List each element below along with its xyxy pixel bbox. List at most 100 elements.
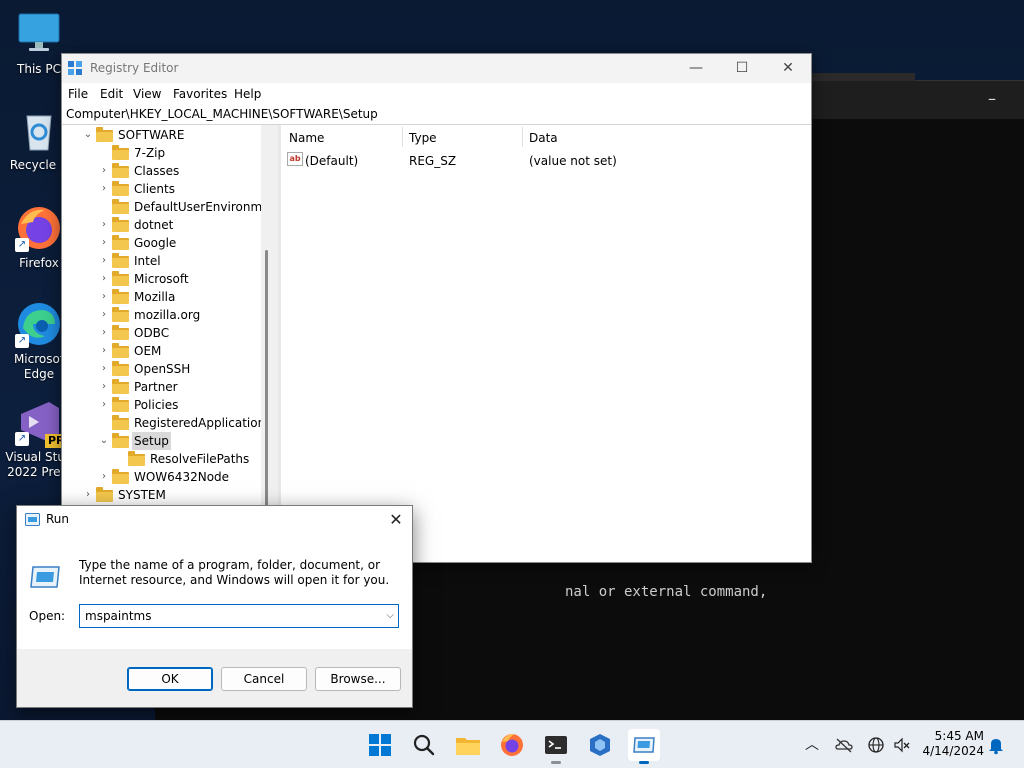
volume-muted-icon[interactable] [892, 735, 912, 755]
chevron-right-icon[interactable]: › [82, 486, 94, 504]
system-clock[interactable]: 5:45 AM 4/14/2024 [922, 729, 984, 759]
open-input-value[interactable]: mspaintms [85, 609, 152, 623]
tree-scrollbar[interactable] [261, 125, 278, 562]
running-indicator [551, 761, 561, 764]
search-icon [413, 734, 435, 756]
folder-icon [96, 127, 113, 142]
chevron-down-icon[interactable]: ⌵ [386, 605, 394, 627]
visual-studio-button[interactable] [584, 729, 616, 761]
start-button[interactable] [364, 729, 396, 761]
list-header: Name Type Data [281, 125, 811, 149]
chevron-down-icon[interactable]: ⌄ [98, 432, 110, 450]
menu-file[interactable]: File [68, 87, 88, 101]
chevron-down-icon[interactable]: ⌄ [82, 126, 94, 144]
folder-icon [112, 361, 129, 376]
file-explorer-button[interactable] [452, 729, 484, 761]
globe-icon[interactable] [866, 735, 886, 755]
search-button[interactable] [408, 729, 440, 761]
run-body: Type the name of a program, folder, docu… [17, 534, 412, 649]
address-bar[interactable]: Computer\HKEY_LOCAL_MACHINE\SOFTWARE\Set… [62, 105, 811, 125]
list-item[interactable]: ab (Default) REG_SZ (value not set) [281, 152, 811, 170]
onedrive-icon[interactable] [834, 735, 854, 755]
chevron-right-icon[interactable]: › [98, 270, 110, 288]
folder-icon [112, 181, 129, 196]
run-dialog[interactable]: Run ✕ Type the name of a program, folder… [16, 505, 413, 708]
column-divider[interactable] [522, 127, 523, 147]
chevron-right-icon[interactable]: › [98, 162, 110, 180]
clock-date: 4/14/2024 [922, 744, 984, 758]
menu-favorites[interactable]: Favorites [173, 87, 227, 101]
chevron-right-icon[interactable]: › [98, 216, 110, 234]
column-data[interactable]: Data [529, 131, 558, 145]
folder-icon [112, 145, 129, 160]
edge-icon: ↗ [15, 300, 63, 348]
string-value-icon: ab [287, 152, 303, 166]
registry-editor-icon [68, 61, 82, 75]
monitor-icon [15, 10, 63, 58]
registry-tree[interactable]: ⌄ SOFTWARE 7-Zip › Classes › Clients Def… [62, 125, 277, 562]
terminal-icon [545, 736, 567, 754]
chevron-right-icon[interactable]: › [98, 180, 110, 198]
terminal-output: nal or external command, [565, 584, 768, 600]
column-divider[interactable] [402, 127, 403, 147]
terminal-tab[interactable] [810, 73, 915, 81]
shortcut-arrow-icon: ↗ [15, 238, 29, 252]
chevron-right-icon[interactable]: › [98, 234, 110, 252]
value-type: REG_SZ [409, 154, 457, 168]
title-bar[interactable]: Registry Editor — ☐ ✕ [62, 54, 811, 83]
notification-bell-icon[interactable] [986, 735, 1006, 755]
chevron-right-icon[interactable]: › [98, 360, 110, 378]
window-title: Run [46, 512, 70, 526]
active-indicator [639, 761, 649, 764]
minimize-button[interactable]: — [673, 54, 719, 83]
browse-button[interactable]: Browse... [315, 667, 401, 691]
terminal-button[interactable] [540, 729, 572, 764]
folder-icon [112, 253, 129, 268]
firefox-icon: ↗ [15, 204, 63, 252]
window-title: Registry Editor [90, 61, 179, 75]
clock-time: 5:45 AM [934, 729, 984, 743]
chevron-up-icon[interactable]: ︿ [802, 735, 822, 755]
ok-button[interactable]: OK [127, 667, 213, 691]
menu-edit[interactable]: Edit [100, 87, 123, 101]
visual-studio-icon: ↗ PRE [15, 398, 75, 448]
menu-view[interactable]: View [133, 87, 161, 101]
folder-icon [112, 271, 129, 286]
chevron-right-icon[interactable]: › [98, 324, 110, 342]
folder-icon [112, 307, 129, 322]
values-list[interactable]: Name Type Data ab (Default) REG_SZ (valu… [281, 125, 811, 562]
folder-icon [112, 379, 129, 394]
close-button[interactable]: ✕ [380, 506, 412, 534]
chevron-right-icon[interactable]: › [98, 252, 110, 270]
folder-icon [112, 235, 129, 250]
open-combobox[interactable]: mspaintms ⌵ [79, 604, 399, 628]
maximize-button[interactable]: ☐ [719, 54, 765, 83]
open-label: Open: [29, 609, 66, 623]
folder-icon [112, 397, 129, 412]
menu-help[interactable]: Help [234, 87, 261, 101]
run-taskbar-button[interactable] [628, 729, 660, 764]
folder-icon [128, 451, 145, 466]
folder-icon [112, 343, 129, 358]
registry-editor-window[interactable]: Registry Editor — ☐ ✕ File Edit View Fav… [61, 53, 812, 563]
run-icon [25, 513, 40, 526]
title-bar[interactable]: Run ✕ [17, 506, 412, 534]
visual-studio-icon [590, 734, 610, 756]
chevron-right-icon[interactable]: › [98, 288, 110, 306]
chevron-right-icon[interactable]: › [98, 378, 110, 396]
firefox-button[interactable] [496, 729, 528, 761]
column-type[interactable]: Type [409, 131, 437, 145]
folder-icon [112, 217, 129, 232]
close-button[interactable]: ✕ [765, 54, 811, 83]
minimize-icon[interactable]: – [984, 91, 1000, 107]
folder-icon [112, 289, 129, 304]
folder-icon [96, 487, 113, 502]
chevron-right-icon[interactable]: › [98, 396, 110, 414]
chevron-right-icon[interactable]: › [98, 468, 110, 486]
column-name[interactable]: Name [289, 131, 324, 145]
chevron-right-icon[interactable]: › [98, 342, 110, 360]
folder-icon [112, 469, 129, 484]
chevron-right-icon[interactable]: › [98, 306, 110, 324]
value-data: (value not set) [529, 154, 617, 168]
cancel-button[interactable]: Cancel [221, 667, 307, 691]
